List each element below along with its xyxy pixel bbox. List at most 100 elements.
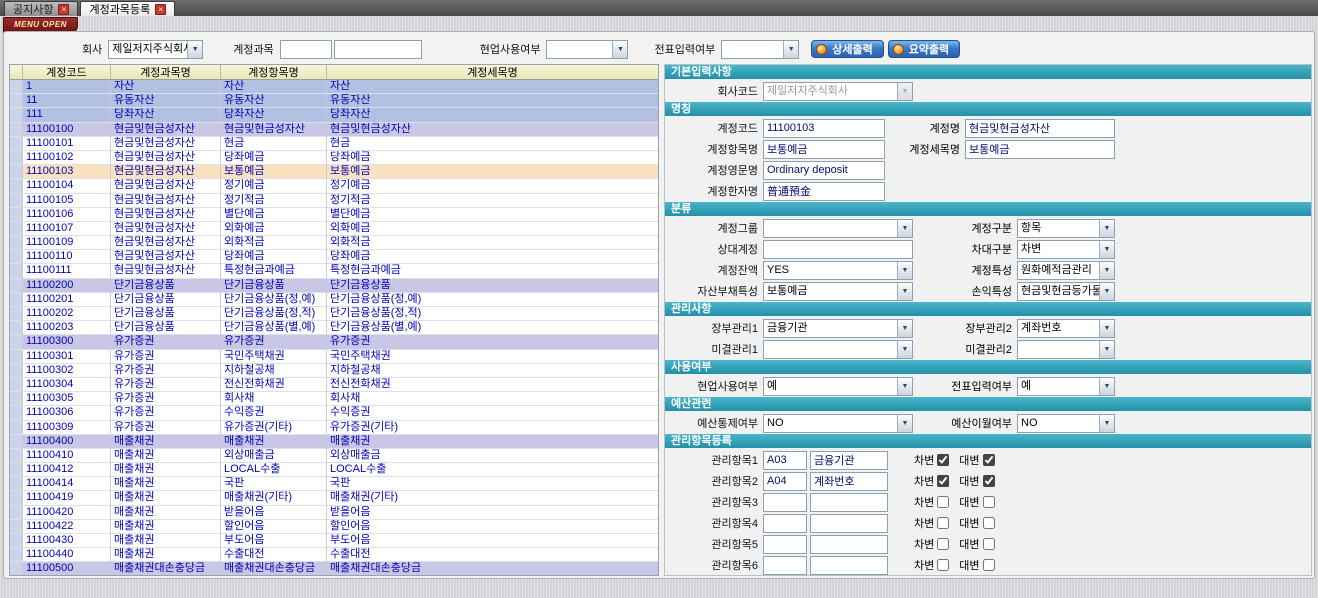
row-gutter[interactable] [10,165,23,179]
cell-account-name[interactable]: 단기금융상품 [111,307,221,321]
cell-item-name[interactable]: 특정현금과예금 [221,264,327,278]
cell-item-name[interactable]: 외화적금 [221,236,327,250]
cell-detail-name[interactable]: 부도어음 [327,534,658,548]
cell-detail-name[interactable]: 외화적금 [327,236,658,250]
cell-detail-name[interactable]: 할인어음 [327,520,658,534]
cell-item-name[interactable]: 단기금융상품(정,적) [221,307,327,321]
cell-item-name[interactable]: 국판 [221,477,327,491]
credit-checkbox[interactable] [983,475,995,487]
detail-name-input[interactable] [965,140,1115,159]
row-gutter[interactable] [10,335,23,349]
open-manage1-select[interactable]: ▼ [763,340,913,359]
cell-account-name[interactable]: 매출채권 [111,491,221,505]
cell-account-name[interactable]: 매출채권 [111,534,221,548]
company-select[interactable]: 제일저지주식회사 ▼ [108,40,203,59]
debit-checkbox[interactable] [937,454,949,466]
cell-detail-name[interactable]: 외화예금 [327,222,658,236]
table-row[interactable]: 11100422 매출채권 할인어음 할인어음 [10,520,658,534]
cell-account-name[interactable]: 유동자산 [111,94,221,108]
cell-item-name[interactable]: 국민주택채권 [221,350,327,364]
row-gutter[interactable] [10,350,23,364]
table-row[interactable]: 111 당좌자산 당좌자산 당좌자산 [10,108,658,122]
tab-account-registration[interactable]: 계정과목등록 × [80,1,175,16]
chevron-down-icon[interactable]: ▼ [1099,241,1114,258]
cell-account-code[interactable]: 11100203 [23,321,111,335]
row-gutter[interactable] [10,506,23,520]
cell-account-code[interactable]: 1 [23,80,111,94]
row-gutter[interactable] [10,151,23,165]
mgmt-item-name-input[interactable] [810,514,888,533]
cell-item-name[interactable]: 정기적금 [221,194,327,208]
cell-item-name[interactable]: 별단예금 [221,208,327,222]
chevron-down-icon[interactable]: ▼ [897,220,912,237]
cell-account-name[interactable]: 매출채권 [111,520,221,534]
cell-detail-name[interactable]: 유가증권 [327,335,658,349]
cell-detail-name[interactable]: 매출채권 [327,435,658,449]
credit-checkbox[interactable] [983,559,995,571]
cell-account-code[interactable]: 11100105 [23,194,111,208]
cell-account-name[interactable]: 매출채권 [111,449,221,463]
mgmt-item-name-input[interactable] [810,556,888,575]
chevron-down-icon[interactable]: ▼ [187,41,202,58]
chevron-down-icon[interactable]: ▼ [897,341,912,358]
budget-control-select[interactable]: NO ▼ [763,414,913,433]
cell-detail-name[interactable]: 정기예금 [327,179,658,193]
cell-item-name[interactable]: 단기금융상품 [221,279,327,293]
company-code-select[interactable]: 제일저지주식회사 ▼ [763,82,913,101]
cell-item-name[interactable]: 당좌자산 [221,108,327,122]
cell-account-name[interactable]: 유가증권 [111,350,221,364]
credit-checkbox[interactable] [983,454,995,466]
field-use-select[interactable]: 예 ▼ [763,377,913,396]
cell-account-name[interactable]: 매출채권대손충당금 [111,562,221,576]
open-manage2-select[interactable]: ▼ [1017,340,1115,359]
cell-account-name[interactable]: 매출채권 [111,463,221,477]
cell-detail-name[interactable]: 회사채 [327,392,658,406]
cell-detail-name[interactable]: 당좌예금 [327,250,658,264]
row-gutter[interactable] [10,236,23,250]
debit-credit-type-select[interactable]: 차변 ▼ [1017,240,1115,259]
cell-detail-name[interactable]: 현금및현금성자산 [327,123,658,137]
row-gutter[interactable] [10,80,23,94]
cell-detail-name[interactable]: 단기금융상품(별,예) [327,321,658,335]
cell-detail-name[interactable]: 단기금융상품(정,예) [327,293,658,307]
cell-account-name[interactable]: 현금및현금성자산 [111,123,221,137]
cell-item-name[interactable]: 매출채권대손충당금 [221,562,327,576]
chevron-down-icon[interactable]: ▼ [897,283,912,300]
cell-account-name[interactable]: 현금및현금성자산 [111,250,221,264]
chevron-down-icon[interactable]: ▼ [1099,341,1114,358]
table-row[interactable]: 11100111 현금및현금성자산 특정현금과예금 특정현금과예금 [10,264,658,278]
cell-account-name[interactable]: 자산 [111,80,221,94]
cell-detail-name[interactable]: 국판 [327,477,658,491]
cell-item-name[interactable]: 수출대전 [221,548,327,562]
table-row[interactable]: 11100101 현금및현금성자산 현금 현금 [10,137,658,151]
table-row[interactable]: 11100410 매출채권 외상매출금 외상매출금 [10,449,658,463]
row-gutter[interactable] [10,548,23,562]
account-group-select[interactable]: ▼ [763,219,913,238]
cell-account-code[interactable]: 11100422 [23,520,111,534]
mgmt-item-code-input[interactable] [763,514,807,533]
table-row[interactable]: 11100300 유가증권 유가증권 유가증권 [10,335,658,349]
table-row[interactable]: 11100200 단기금융상품 단기금융상품 단기금융상품 [10,279,658,293]
credit-checkbox[interactable] [983,538,995,550]
row-gutter[interactable] [10,264,23,278]
mgmt-item-name-input[interactable] [810,451,888,470]
summary-print-button[interactable]: 요약출력 [888,40,960,58]
table-row[interactable]: 11100419 매출채권 매출채권(기타) 매출채권(기타) [10,491,658,505]
cell-account-name[interactable]: 단기금융상품 [111,279,221,293]
cell-item-name[interactable]: 받을어음 [221,506,327,520]
cell-account-code[interactable]: 11100300 [23,335,111,349]
cell-account-name[interactable]: 매출채권 [111,506,221,520]
cell-account-name[interactable]: 유가증권 [111,421,221,435]
close-icon[interactable]: × [58,4,69,15]
cell-account-name[interactable]: 현금및현금성자산 [111,137,221,151]
account-type-select[interactable]: 항목 ▼ [1017,219,1115,238]
cell-account-code[interactable]: 11100107 [23,222,111,236]
budget-carryover-select[interactable]: NO ▼ [1017,414,1115,433]
table-row[interactable]: 11100440 매출채권 수출대전 수출대전 [10,548,658,562]
cell-account-name[interactable]: 매출채권 [111,477,221,491]
cell-account-code[interactable]: 11100420 [23,506,111,520]
table-row[interactable]: 11100302 유가증권 지하철공채 지하철공채 [10,364,658,378]
chevron-down-icon[interactable]: ▼ [897,378,912,395]
row-gutter[interactable] [10,250,23,264]
cell-account-code[interactable]: 11100306 [23,406,111,420]
